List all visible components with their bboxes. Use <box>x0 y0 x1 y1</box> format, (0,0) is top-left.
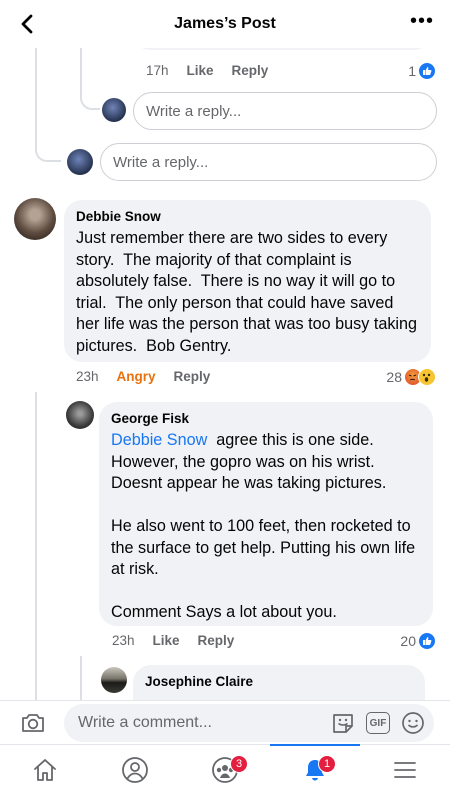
emoji-icon[interactable] <box>400 710 426 741</box>
timestamp: 23h <box>112 633 135 648</box>
mention-link[interactable]: Debbie Snow <box>111 431 207 449</box>
reply-input-placeholder: Write a reply... <box>146 102 242 120</box>
wow-reaction-icon <box>418 368 436 386</box>
reply-input[interactable]: Write a reply... <box>133 92 437 130</box>
reply-bubble: Josephine Claire <box>133 665 425 700</box>
composer-icons: GIF <box>330 710 426 741</box>
notification-badge: 3 <box>230 755 248 773</box>
more-options-icon[interactable]: ••• <box>410 11 434 31</box>
like-reaction-icon <box>418 632 436 650</box>
like-button[interactable]: Like <box>153 633 180 648</box>
reaction-count-number: 1 <box>408 63 416 79</box>
commenter-avatar[interactable] <box>66 401 94 429</box>
menu-icon <box>392 757 418 788</box>
previous-reply-actions: 17h Like Reply <box>146 63 286 78</box>
reply-button[interactable]: Reply <box>174 369 211 384</box>
like-reaction-icon <box>418 62 436 80</box>
comment-bubble: Debbie Snow Just remember there are two … <box>64 200 431 362</box>
reaction-count[interactable]: 28 <box>386 368 436 386</box>
commenter-avatar[interactable] <box>101 667 127 693</box>
notification-badge: 1 <box>318 755 336 773</box>
nav-profile[interactable] <box>90 745 180 800</box>
commenter-avatar[interactable] <box>14 198 56 240</box>
timestamp: 23h <box>76 369 99 384</box>
reply-button[interactable]: Reply <box>198 633 235 648</box>
reply-bubble: George Fisk Debbie Snow agree this is on… <box>99 402 433 626</box>
profile-icon <box>120 755 150 790</box>
timestamp: 17h <box>146 63 169 78</box>
nav-notifications[interactable]: 1 <box>270 744 360 800</box>
user-avatar <box>67 149 93 175</box>
comment-actions: 23h Angry Reply <box>76 369 228 384</box>
chevron-left-icon[interactable] <box>14 10 42 38</box>
nav-home[interactable] <box>0 745 90 800</box>
reply-actions: 23h Like Reply <box>112 633 252 648</box>
like-button[interactable]: Like <box>187 63 214 78</box>
reaction-count[interactable]: 20 <box>400 632 436 650</box>
bottom-navigation: 3 1 <box>0 744 450 800</box>
reply-input-placeholder: Write a reply... <box>113 153 209 171</box>
nav-menu[interactable] <box>360 745 450 800</box>
reply-input[interactable]: Write a reply... <box>100 143 437 181</box>
reaction-count[interactable]: 1 <box>408 62 436 80</box>
home-icon <box>31 756 59 789</box>
reply-author[interactable]: George Fisk <box>111 411 421 426</box>
reaction-count-number: 20 <box>400 633 416 649</box>
comment-input-placeholder: Write a comment... <box>78 714 212 731</box>
camera-icon[interactable] <box>20 711 46 735</box>
thread-line <box>80 656 82 700</box>
gif-button[interactable]: GIF <box>366 712 390 734</box>
reply-author[interactable]: Josephine Claire <box>145 674 413 689</box>
sticker-icon[interactable] <box>330 710 356 741</box>
comment-composer: Write a comment... GIF <box>0 700 450 744</box>
reply-text: Debbie Snow agree this is one side. Howe… <box>111 430 421 624</box>
comment-input[interactable]: Write a comment... GIF <box>64 704 434 742</box>
user-avatar <box>102 98 126 122</box>
angry-reaction-button[interactable]: Angry <box>117 369 156 384</box>
comment-author[interactable]: Debbie Snow <box>76 209 419 224</box>
page-title: James’s Post <box>174 15 276 32</box>
reply-text-body: agree this is one side. However, the gop… <box>111 431 416 621</box>
reaction-count-number: 28 <box>386 369 402 385</box>
comment-text: Just remember there are two sides to eve… <box>76 229 422 355</box>
post-header: James’s Post ••• <box>0 0 450 48</box>
reply-button[interactable]: Reply <box>232 63 269 78</box>
thread-line-curve <box>35 140 61 162</box>
nav-groups[interactable]: 3 <box>180 745 270 800</box>
thread-line-curve <box>80 86 100 110</box>
comments-thread: 17h Like Reply 1 Write a reply... Write … <box>0 0 450 700</box>
thread-line <box>35 392 37 700</box>
